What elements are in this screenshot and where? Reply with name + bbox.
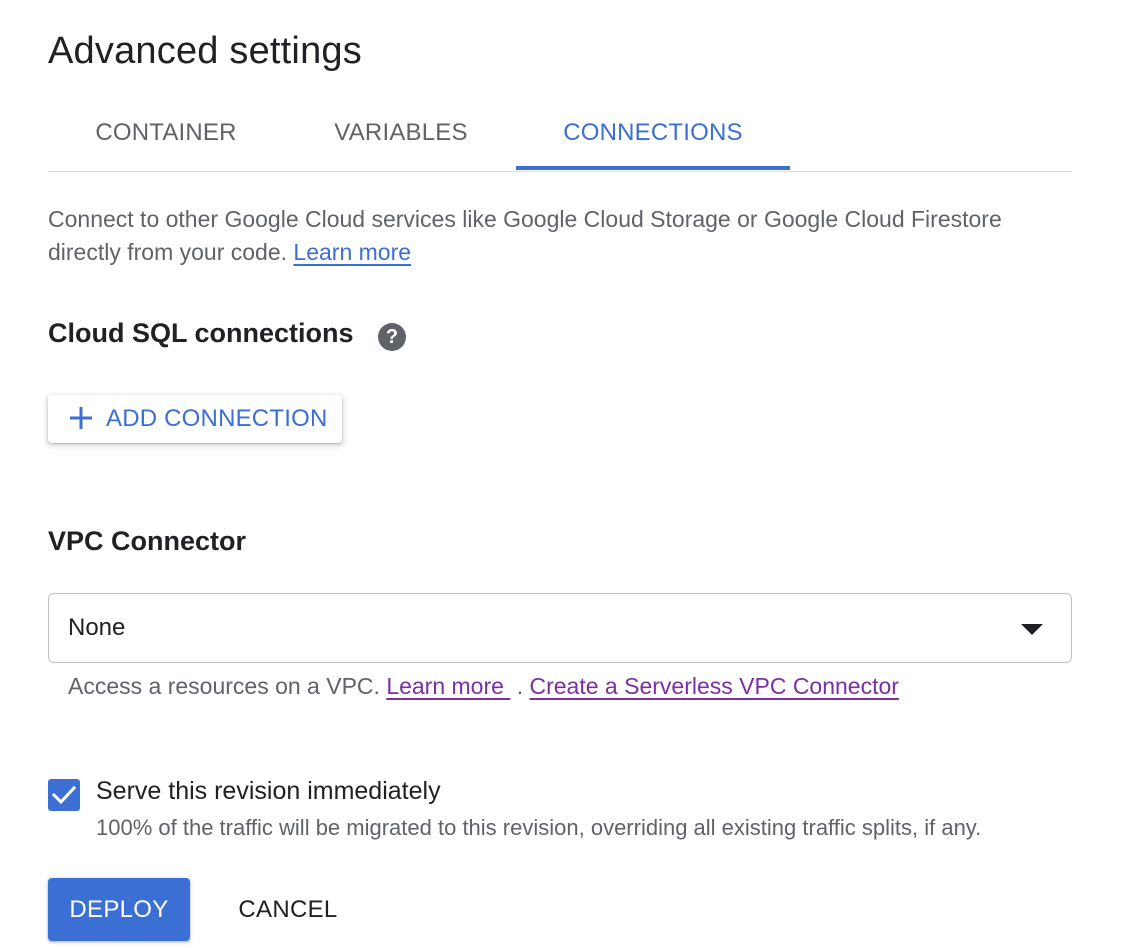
- cancel-button[interactable]: CANCEL: [220, 878, 356, 941]
- vpc-learn-more-label: Learn more: [386, 673, 504, 699]
- vpc-connector-select[interactable]: None: [48, 593, 1072, 663]
- vpc-learn-more-link[interactable]: Learn more: [386, 673, 510, 699]
- serve-immediately-checkbox[interactable]: [48, 779, 80, 811]
- select-value: None: [68, 614, 126, 641]
- help-circle-icon[interactable]: ?: [378, 323, 406, 351]
- add-connection-button[interactable]: ADD CONNECTION: [48, 395, 342, 443]
- connections-description: Connect to other Google Cloud services l…: [48, 203, 1048, 269]
- plus-icon: [70, 407, 92, 429]
- tab-bar: CONTAINER VARIABLES CONNECTIONS: [48, 100, 1072, 172]
- active-tab-indicator: [516, 166, 790, 170]
- advanced-settings-panel: Advanced settings CONTAINER VARIABLES CO…: [0, 0, 1142, 948]
- link-separator: .: [516, 673, 524, 699]
- vpc-connector-heading: VPC Connector: [48, 526, 247, 556]
- checkmark-icon: [52, 785, 76, 805]
- page-title: Advanced settings: [48, 30, 362, 72]
- create-vpc-connector-link[interactable]: Create a Serverless VPC Connector: [530, 673, 899, 699]
- tab-container[interactable]: CONTAINER: [48, 100, 284, 170]
- learn-more-link[interactable]: Learn more: [293, 239, 411, 265]
- vpc-helper-label: Access a resources on a VPC.: [68, 673, 380, 699]
- dropdown-arrow-icon: [1021, 624, 1043, 635]
- tab-variables[interactable]: VARIABLES: [284, 100, 518, 170]
- description-text: Connect to other Google Cloud services l…: [48, 206, 1002, 265]
- deploy-button[interactable]: DEPLOY: [48, 878, 190, 941]
- add-connection-label: ADD CONNECTION: [106, 405, 328, 432]
- tab-connections[interactable]: CONNECTIONS: [516, 100, 790, 170]
- serve-immediately-label: Serve this revision immediately: [96, 777, 441, 805]
- cloud-sql-heading: Cloud SQL connections: [48, 318, 354, 348]
- serve-immediately-description: 100% of the traffic will be migrated to …: [96, 815, 982, 840]
- vpc-helper-text: Access a resources on a VPC. Learn more …: [68, 670, 899, 702]
